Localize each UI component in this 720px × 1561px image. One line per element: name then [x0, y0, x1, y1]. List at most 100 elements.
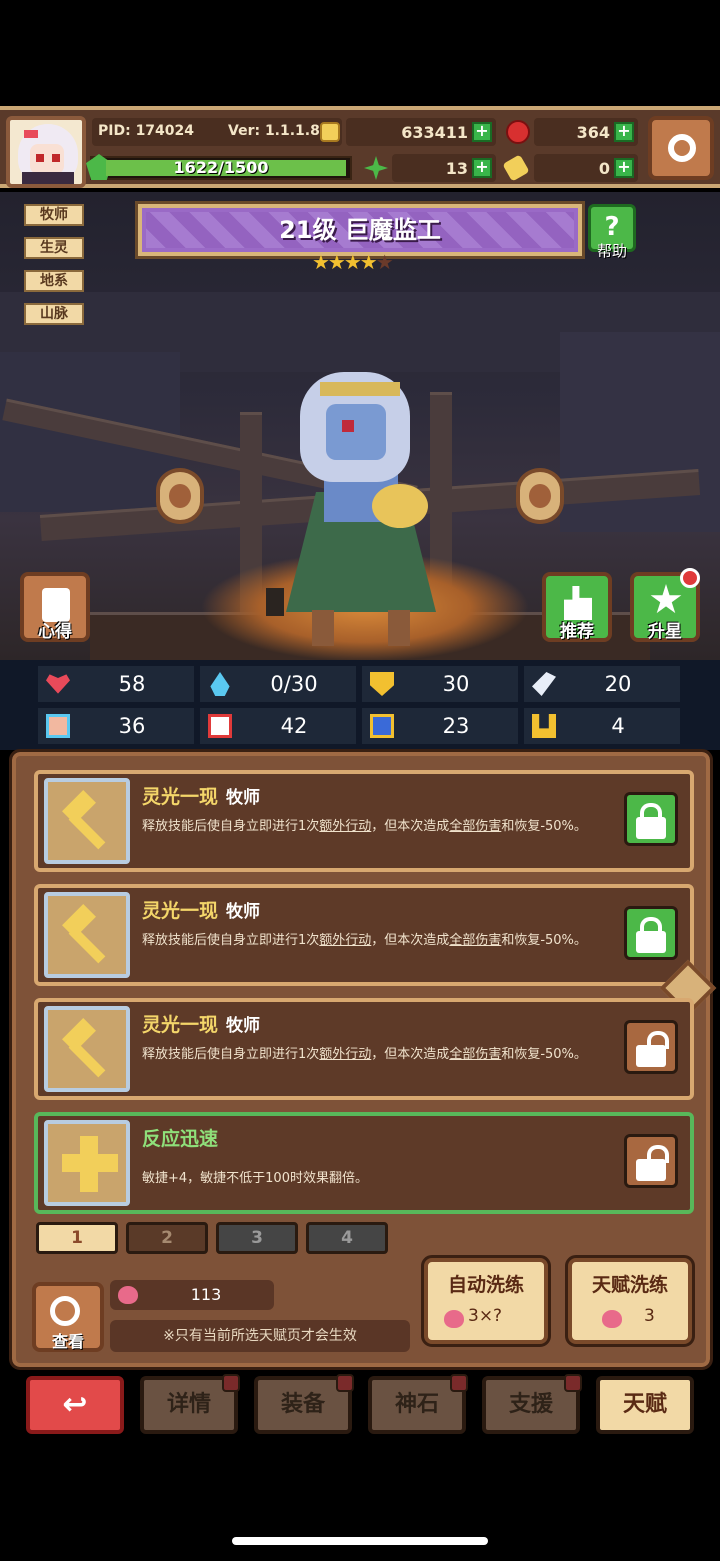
prev-heart-icon[interactable]	[156, 468, 204, 524]
fist-icon	[46, 714, 70, 738]
unlock-button[interactable]	[624, 1134, 678, 1188]
page-tab-1[interactable]: 1	[36, 1222, 118, 1254]
stat-value: 0/30	[270, 672, 318, 696]
avatar-eye	[52, 154, 60, 162]
lock-button[interactable]	[624, 792, 678, 846]
exp-bar: 1622/1500	[86, 154, 352, 180]
stat-speed[interactable]: 20	[524, 666, 680, 702]
page-tab-3[interactable]: 3	[216, 1222, 298, 1254]
add-key-icon[interactable]: +	[614, 158, 634, 178]
talent-icon-box	[44, 778, 130, 864]
lock-body	[636, 1045, 666, 1067]
key-icon	[502, 154, 530, 182]
nav-talent[interactable]: 天赋	[596, 1376, 694, 1434]
stars-empty: ★	[375, 250, 394, 274]
red-gem-icon	[506, 120, 530, 144]
stat-hp[interactable]: 58	[38, 666, 194, 702]
bottom-nav: ↩ 详情 装备 神石 支援 天赋	[0, 1372, 720, 1442]
nav-godstone[interactable]: 神石	[368, 1374, 468, 1434]
auto-refine-cost: 3×?	[468, 1306, 503, 1326]
return-arrow-icon: ↩	[62, 1387, 88, 1422]
next-heart-icon[interactable]	[516, 468, 564, 524]
talent-card[interactable]: 灵光一现 牧师 释放技能后使自身立即进行1次额外行动，但本次造成全部伤害和恢复-5…	[34, 884, 694, 986]
lock-button[interactable]	[624, 906, 678, 960]
cross-bar	[62, 1154, 118, 1172]
tag-class[interactable]: 牧师	[24, 204, 84, 226]
tag-element[interactable]: 地系	[24, 270, 84, 292]
unlock-button[interactable]	[624, 1020, 678, 1074]
star-icon	[650, 584, 682, 614]
notes-button[interactable]: 心得	[20, 572, 90, 642]
talent-refine-cost: 3	[644, 1306, 655, 1326]
stat-magic[interactable]: 42	[200, 708, 356, 744]
star-up-label: 升星	[648, 622, 682, 642]
talent-card[interactable]: 反应迅速 敏捷+4，敏捷不低于100时效果翻倍。	[34, 1112, 694, 1214]
talent-description: 释放技能后使自身立即进行1次额外行动，但本次造成全部伤害和恢复-50%。	[142, 1047, 587, 1062]
lantern-icon	[266, 588, 284, 616]
talent-refine-button[interactable]: 天赋洗练 3	[565, 1255, 695, 1347]
notification-dot	[450, 1374, 468, 1392]
peach-counter: 113	[110, 1280, 274, 1310]
home-indicator[interactable]	[232, 1537, 488, 1545]
add-gold-icon[interactable]: +	[472, 122, 492, 142]
stat-mp[interactable]: 0/30	[200, 666, 356, 702]
talent-class: 牧师	[226, 902, 261, 922]
talent-class: 牧师	[226, 1016, 261, 1036]
tag-terrain[interactable]: 山脉	[24, 303, 84, 325]
talent-class: 牧师	[226, 788, 261, 808]
nav-equipment[interactable]: 装备	[254, 1374, 354, 1434]
settings-button[interactable]	[648, 116, 714, 180]
thumbs-up-icon	[564, 586, 592, 620]
stat-resist[interactable]: 23	[362, 708, 518, 744]
talent-description: 释放技能后使自身立即进行1次额外行动，但本次造成全部伤害和恢复-50%。	[142, 933, 587, 948]
auto-refine-label: 自动洗练	[447, 1274, 524, 1296]
auto-refine-button[interactable]: 自动洗练 3×?	[421, 1255, 551, 1347]
page-tab-4[interactable]: 4	[306, 1222, 388, 1254]
talent-icon-box	[44, 892, 130, 978]
tag-race[interactable]: 生灵	[24, 237, 84, 259]
avatar-body	[22, 172, 74, 184]
star-rating: ★★★★★	[312, 250, 394, 274]
talent-name: 灵光一现 牧师	[142, 900, 261, 922]
talent-icon-box	[44, 1120, 130, 1206]
pid-text: PID: 174024	[98, 123, 195, 139]
talent-panel: 灵光一现 牧师 释放技能后使自身立即进行1次额外行动，但本次造成全部伤害和恢复-5…	[9, 749, 717, 1370]
stat-value: 20	[604, 672, 632, 696]
nav-support[interactable]: 支援	[482, 1374, 582, 1434]
stat-value: 36	[118, 714, 146, 738]
stat-attack[interactable]: 36	[38, 708, 194, 744]
stat-value: 58	[118, 672, 146, 696]
back-button[interactable]: ↩	[26, 1376, 124, 1434]
view-button[interactable]: 查看	[32, 1282, 104, 1352]
talent-card[interactable]: 灵光一现 牧师 释放技能后使自身立即进行1次额外行动，但本次造成全部伤害和恢复-5…	[34, 770, 694, 872]
view-label: 查看	[51, 1332, 84, 1351]
stat-value: 30	[442, 672, 470, 696]
magnifier-icon	[50, 1296, 80, 1326]
add-gem-icon[interactable]: +	[614, 122, 634, 142]
stat-defense[interactable]: 30	[362, 666, 518, 702]
talent-name: 反应迅速	[142, 1128, 219, 1150]
stat-luck[interactable]: 4	[524, 708, 680, 744]
key-amount: 0	[598, 159, 610, 178]
peach-icon	[602, 1310, 622, 1328]
talent-name: 灵光一现 牧师	[142, 786, 261, 808]
scroll-icon	[370, 714, 394, 738]
nav-details[interactable]: 详情	[140, 1374, 240, 1434]
recommend-label: 推荐	[560, 622, 594, 642]
lock-body	[636, 931, 666, 953]
talent-description: 敏捷+4，敏捷不低于100时效果翻倍。	[142, 1171, 368, 1186]
gold-shield	[372, 484, 428, 528]
avatar-hairpin	[24, 130, 38, 138]
notification-dot	[222, 1374, 240, 1392]
talent-card[interactable]: 灵光一现 牧师 释放技能后使自身立即进行1次额外行动，但本次造成全部伤害和恢复-5…	[34, 998, 694, 1100]
gear-icon	[668, 134, 696, 162]
add-clover-icon[interactable]: +	[472, 158, 492, 178]
exp-text: 1622/1500	[173, 158, 269, 177]
player-avatar[interactable]	[6, 116, 86, 188]
character-eye	[342, 420, 354, 432]
notification-dot	[680, 568, 700, 588]
page-tab-2[interactable]: 2	[126, 1222, 208, 1254]
page-note: ※只有当前所选天赋页才会生效	[110, 1320, 410, 1352]
recommend-button[interactable]: 推荐	[542, 572, 612, 642]
talent-name: 灵光一现 牧师	[142, 1014, 261, 1036]
